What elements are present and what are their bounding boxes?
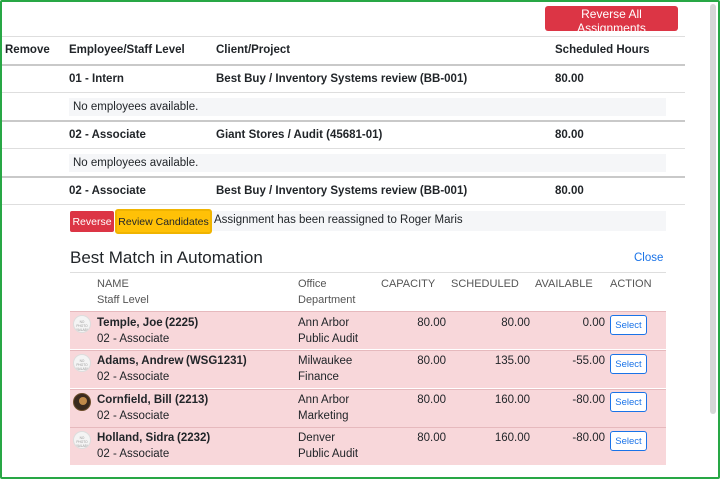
header-remove: Remove — [5, 44, 50, 56]
scrollbar[interactable] — [710, 4, 716, 414]
col-action: ACTION — [610, 278, 652, 290]
candidate-level: 02 - Associate — [97, 371, 170, 383]
candidate-level: 02 - Associate — [97, 410, 170, 422]
candidate-id: (2213) — [175, 394, 209, 406]
table-top-border — [2, 36, 685, 37]
candidate-department: Public Audit — [298, 448, 359, 460]
col-scheduled: SCHEDULED — [451, 278, 519, 290]
row-divider — [2, 176, 685, 178]
candidate-scheduled: 80.00 — [501, 317, 530, 329]
candidate-capacity: 80.00 — [417, 394, 446, 406]
reverse-all-assignments-button[interactable]: Reverse All Assignments — [545, 6, 678, 35]
candidate-name: Cornfield, Bill — [97, 394, 172, 406]
candidate-capacity: 80.00 — [417, 317, 446, 329]
candidate-available: -80.00 — [572, 394, 605, 406]
no-employees-message: No employees available. — [69, 154, 666, 172]
row-divider — [2, 92, 685, 93]
candidate-scheduled: 160.00 — [494, 394, 530, 406]
col-office: Office — [298, 278, 327, 290]
candidate-id: (2232) — [177, 432, 211, 444]
candidate-capacity: 80.00 — [417, 432, 446, 444]
assignment-level: 02 - Associate — [69, 185, 146, 197]
candidate-id: (2225) — [165, 317, 199, 329]
col-department: Department — [298, 294, 356, 306]
col-name: NAME — [97, 278, 129, 290]
header-employee-staff-level: Employee/Staff Level — [69, 44, 185, 56]
candidate-id: (WSG1231) — [186, 355, 247, 367]
candidate-department: Public Audit — [298, 333, 359, 345]
col-available: AVAILABLE — [535, 278, 593, 290]
assignment-level: 01 - Intern — [69, 73, 124, 85]
candidate-office: Ann Arbor — [298, 317, 350, 329]
select-button[interactable]: Select — [610, 354, 647, 374]
candidate-name: Temple, Joe — [97, 317, 163, 329]
avatar-photo-icon — [73, 393, 91, 411]
assignment-hours: 80.00 — [555, 129, 584, 141]
row-divider — [2, 148, 685, 149]
candidate-level: 02 - Associate — [97, 448, 170, 460]
candidate-name: Adams, Andrew — [97, 355, 184, 367]
assignment-level: 02 - Associate — [69, 129, 146, 141]
candidate-scheduled: 135.00 — [494, 355, 530, 367]
match-divider — [70, 272, 666, 273]
select-button[interactable]: Select — [610, 431, 647, 451]
close-link[interactable]: Close — [634, 252, 663, 264]
assignment-hours: 80.00 — [555, 73, 584, 85]
assignment-project: Best Buy / Inventory Systems review (BB-… — [216, 185, 468, 197]
app-frame: Reverse All Assignments Remove Employee/… — [0, 0, 720, 479]
candidate-available: -55.00 — [572, 355, 605, 367]
no-employees-message: No employees available. — [69, 98, 666, 116]
select-button[interactable]: Select — [610, 392, 647, 412]
candidate-department: Finance — [298, 371, 339, 383]
assignment-project: Best Buy / Inventory Systems review (BB-… — [216, 73, 468, 85]
candidate-scheduled: 160.00 — [494, 432, 530, 444]
col-capacity: CAPACITY — [381, 278, 436, 290]
candidate-name: Holland, Sidra — [97, 432, 175, 444]
row-divider — [2, 204, 685, 205]
reverse-button[interactable]: Reverse — [70, 211, 114, 232]
avatar-placeholder-icon: NO PHOTO AVAILABLE — [73, 315, 91, 333]
reassign-message: Assignment has been reassigned to Roger … — [214, 214, 463, 226]
candidate-available: -80.00 — [572, 432, 605, 444]
best-match-title: Best Match in Automation — [70, 248, 263, 267]
candidate-office: Milwaukee — [298, 355, 353, 367]
assignment-project: Giant Stores / Audit (45681-01) — [216, 129, 383, 141]
header-scheduled-hours: Scheduled Hours — [555, 44, 650, 56]
avatar-placeholder-icon: NO PHOTO AVAILABLE — [73, 354, 91, 372]
review-candidates-button[interactable]: Review Candidates — [115, 209, 212, 234]
candidate-department: Marketing — [298, 410, 349, 422]
candidate-available: 0.00 — [582, 317, 605, 329]
avatar-placeholder-icon: NO PHOTO AVAILABLE — [73, 431, 91, 449]
header-divider — [2, 64, 685, 66]
candidate-office: Ann Arbor — [298, 394, 350, 406]
select-button[interactable]: Select — [610, 315, 647, 335]
row-divider — [2, 120, 685, 122]
col-staff-level: Staff Level — [97, 294, 149, 306]
header-client-project: Client/Project — [216, 44, 291, 56]
assignment-hours: 80.00 — [555, 185, 584, 197]
candidate-office: Denver — [298, 432, 336, 444]
candidate-level: 02 - Associate — [97, 333, 170, 345]
candidate-capacity: 80.00 — [417, 355, 446, 367]
